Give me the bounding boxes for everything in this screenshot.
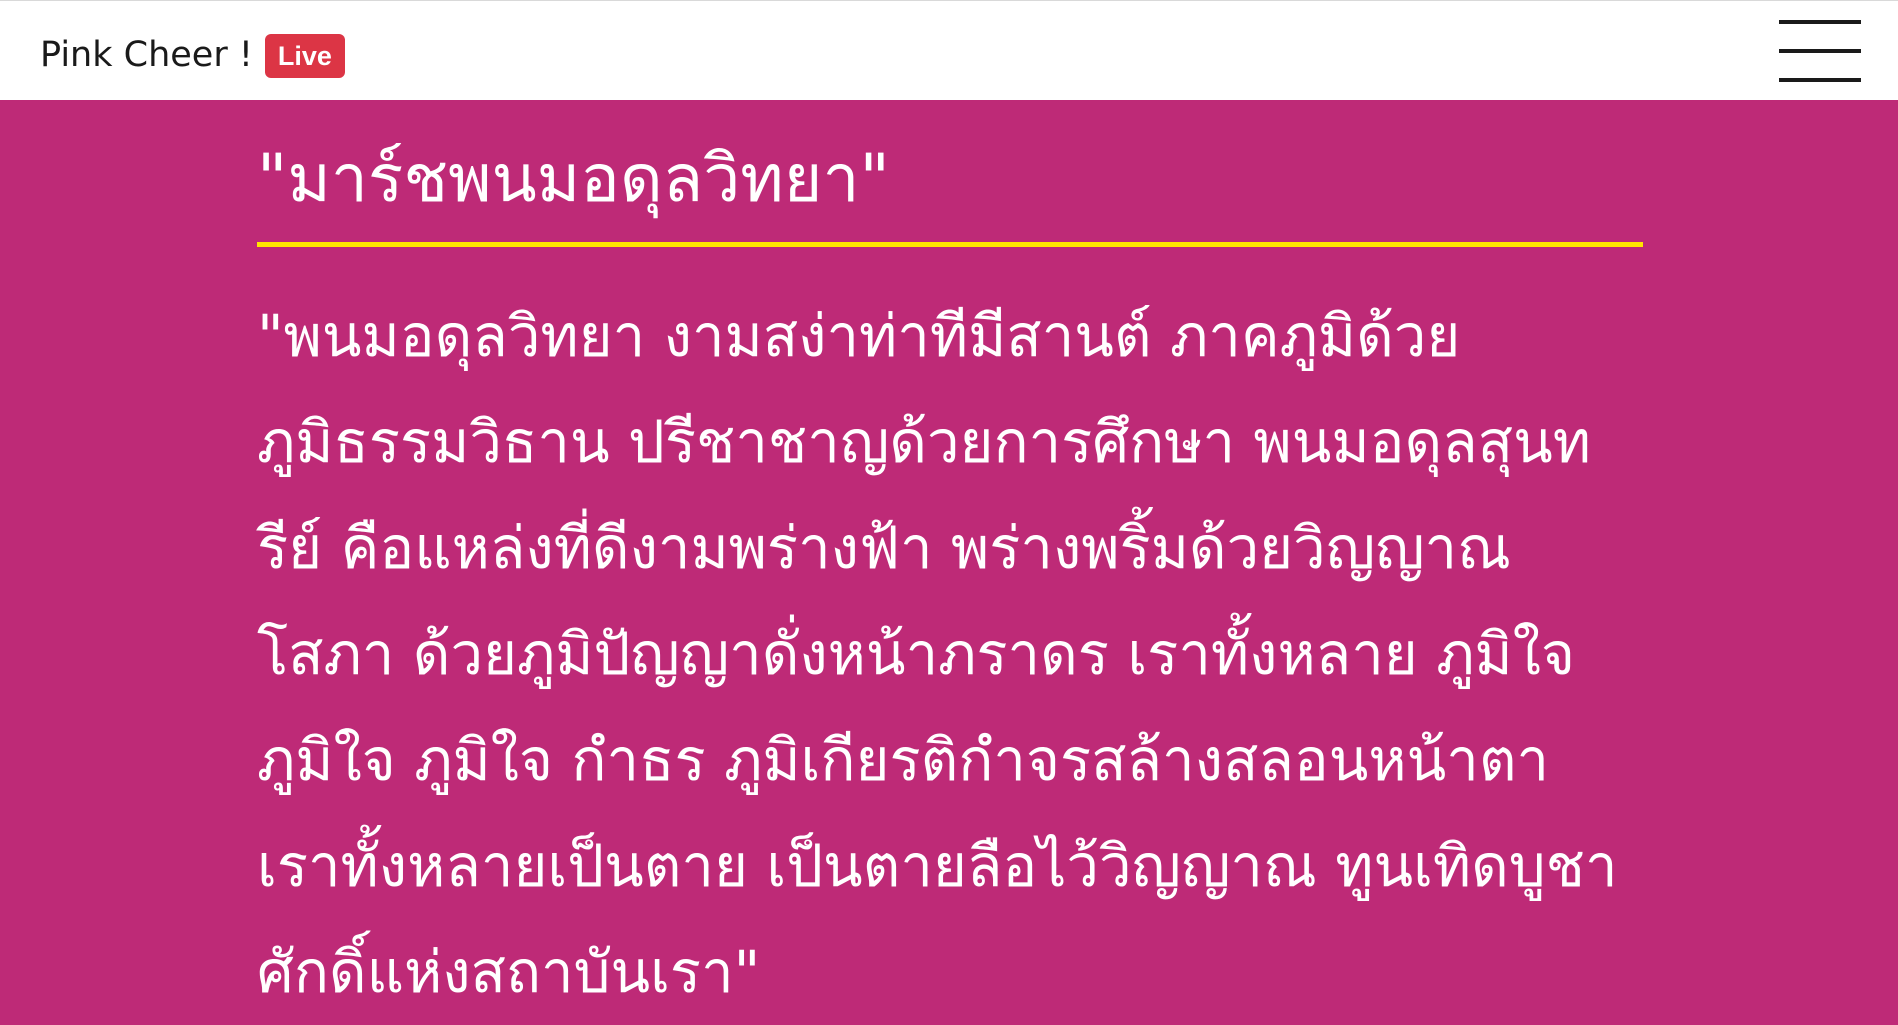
live-badge: Live <box>264 34 345 78</box>
menu-bar-middle <box>1779 49 1861 53</box>
song-content: "มาร์ชพนมอดุลวิทยา" "พนมอดุลวิทยา งามสง่… <box>257 100 1643 1025</box>
menu-bar-bottom <box>1779 78 1861 82</box>
menu-bar-top <box>1779 20 1861 24</box>
song-title: "มาร์ชพนมอดุลวิทยา" <box>257 140 890 217</box>
song-lyrics: "พนมอดุลวิทยา งามสง่าท่าทีมีสานต์ ภาคภูม… <box>257 302 1618 1006</box>
brand-link[interactable]: Pink Cheer ! Live <box>40 33 345 78</box>
top-navbar: Pink Cheer ! Live <box>0 0 1898 100</box>
brand-name: Pink Cheer ! <box>40 35 253 75</box>
menu-toggle-button[interactable] <box>1779 20 1861 82</box>
